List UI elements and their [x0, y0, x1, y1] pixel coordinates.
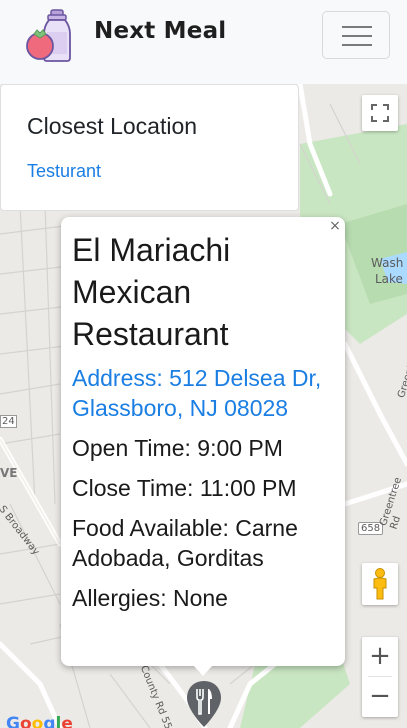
restaurant-marker-icon[interactable]	[186, 680, 222, 728]
closest-location-link[interactable]: Testurant	[27, 161, 101, 182]
allergies: Allergies: None	[72, 585, 228, 611]
food-available: Food Available: Carne Adobada, Gorditas	[72, 515, 298, 571]
info-window-content: El Mariachi Mexican Restaurant Address: …	[72, 229, 334, 623]
brand-name[interactable]: Next Meal	[94, 18, 226, 44]
map-label-ve: VE	[0, 466, 18, 480]
map-info-window: El Mariachi Mexican Restaurant Address: …	[61, 217, 345, 666]
info-window-pointer	[193, 665, 213, 676]
route-shield-24: 24	[0, 415, 17, 428]
restaurant-address-link[interactable]: Address: 512 Delsea Dr, Glassboro, NJ 08…	[72, 363, 334, 423]
google-logo: Google	[6, 714, 73, 728]
zoom-out-button[interactable]: −	[362, 677, 398, 715]
tomato-bottle-logo-icon[interactable]	[24, 8, 78, 62]
close-time: Close Time: 11:00 PM	[72, 475, 297, 501]
zoom-controls: + −	[362, 637, 398, 717]
hamburger-icon	[342, 26, 372, 28]
pegman-icon	[373, 568, 387, 600]
map-label-wash: Wash	[371, 256, 404, 270]
info-window-close-icon[interactable]: ×	[327, 218, 343, 234]
open-time: Open Time: 9:00 PM	[72, 435, 283, 461]
navbar: Next Meal	[0, 0, 407, 84]
closest-location-card: Closest Location Testurant	[0, 84, 299, 211]
zoom-in-button[interactable]: +	[362, 637, 398, 675]
street-view-pegman-button[interactable]	[362, 563, 398, 605]
map-label-lake: Lake	[375, 272, 403, 286]
closest-location-title: Closest Location	[27, 113, 198, 139]
restaurant-name: El Mariachi Mexican Restaurant	[72, 232, 231, 352]
fullscreen-icon	[371, 104, 389, 122]
navbar-toggler-button[interactable]	[322, 11, 390, 59]
fullscreen-button[interactable]	[362, 95, 398, 131]
